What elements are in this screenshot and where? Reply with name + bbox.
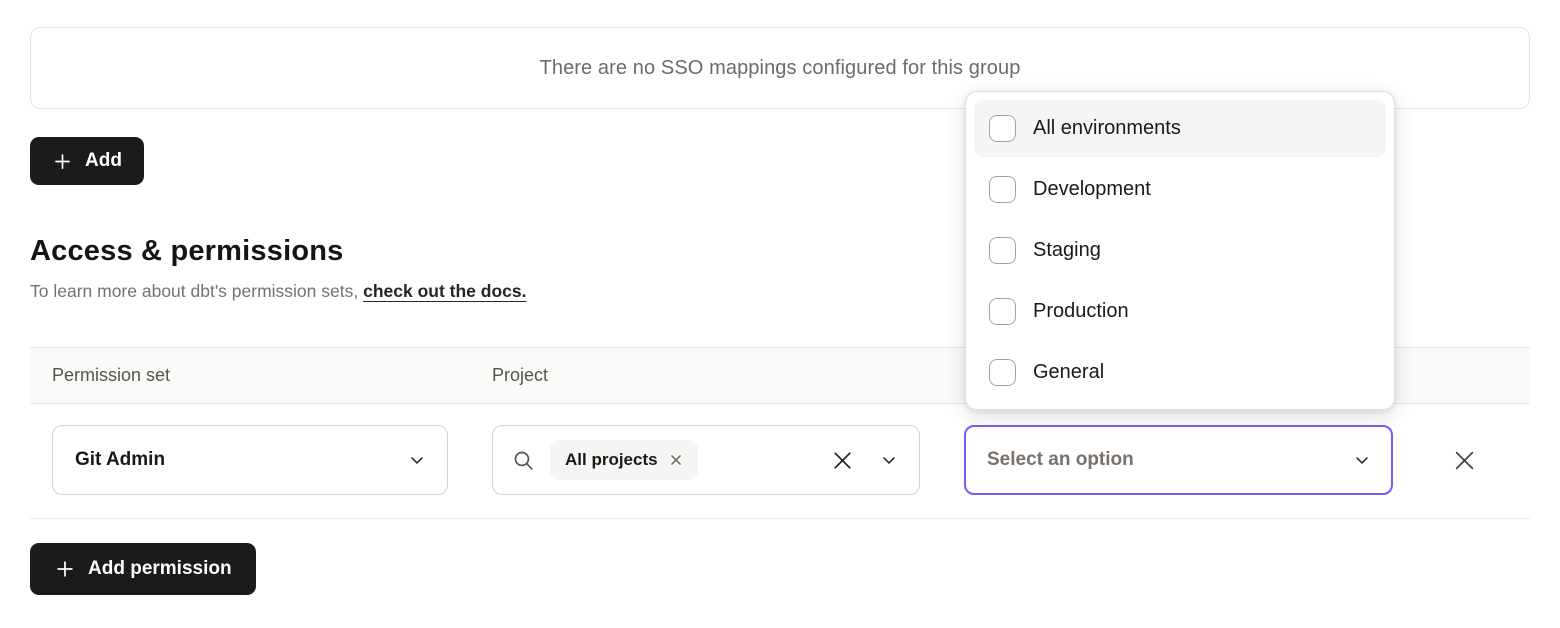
dropdown-option-label: Development [1033,178,1151,201]
column-header-permission-set: Permission set [52,365,448,386]
checkbox-unchecked[interactable] [989,237,1016,264]
sso-empty-message: There are no SSO mappings configured for… [540,57,1021,80]
project-chip-label: All projects [565,450,658,470]
checkbox-unchecked[interactable] [989,298,1016,325]
checkbox-unchecked[interactable] [989,115,1016,142]
search-icon [511,448,536,473]
checkbox-unchecked[interactable] [989,176,1016,203]
chevron-down-icon [1352,450,1372,470]
group-settings-page: There are no SSO mappings configured for… [0,0,1560,628]
dropdown-option-production[interactable]: Production [974,283,1386,340]
add-permission-label: Add permission [88,558,232,580]
chevron-down-icon [879,450,899,470]
permission-set-value: Git Admin [75,449,165,471]
dropdown-option-general[interactable]: General [974,344,1386,401]
chevron-down-icon [407,450,427,470]
dropdown-option-label: General [1033,361,1104,384]
permission-set-select[interactable]: Git Admin [52,425,448,495]
dropdown-option-development[interactable]: Development [974,161,1386,218]
dropdown-option-label: Staging [1033,239,1101,262]
project-chip[interactable]: All projects [550,440,698,480]
environment-dropdown-menu: All environments Development Staging Pro… [965,91,1395,410]
permission-table-row: Git Admin All projects [30,404,1530,519]
add-sso-mapping-button[interactable]: Add [30,137,144,185]
dropdown-option-label: Production [1033,300,1129,323]
permissions-table: Permission set Project Git Admin All p [30,347,1530,519]
column-header-project: Project [492,365,920,386]
dropdown-option-staging[interactable]: Staging [974,222,1386,279]
docs-link[interactable]: check out the docs. [363,281,526,301]
delete-row-icon[interactable] [1451,447,1520,474]
environment-placeholder: Select an option [987,449,1134,471]
dropdown-option-label: All environments [1033,117,1181,140]
add-permission-button[interactable]: Add permission [30,543,256,595]
clear-selection-icon[interactable] [830,448,855,473]
description-text: To learn more about dbt's permission set… [30,281,363,301]
dropdown-option-all-environments[interactable]: All environments [974,100,1386,157]
add-button-label: Add [85,150,122,172]
plus-icon [54,558,76,580]
environment-select[interactable]: Select an option All environments Develo… [964,425,1393,495]
chip-remove-icon[interactable] [669,453,683,467]
checkbox-unchecked[interactable] [989,359,1016,386]
project-multiselect[interactable]: All projects [492,425,920,495]
plus-icon [52,151,73,172]
